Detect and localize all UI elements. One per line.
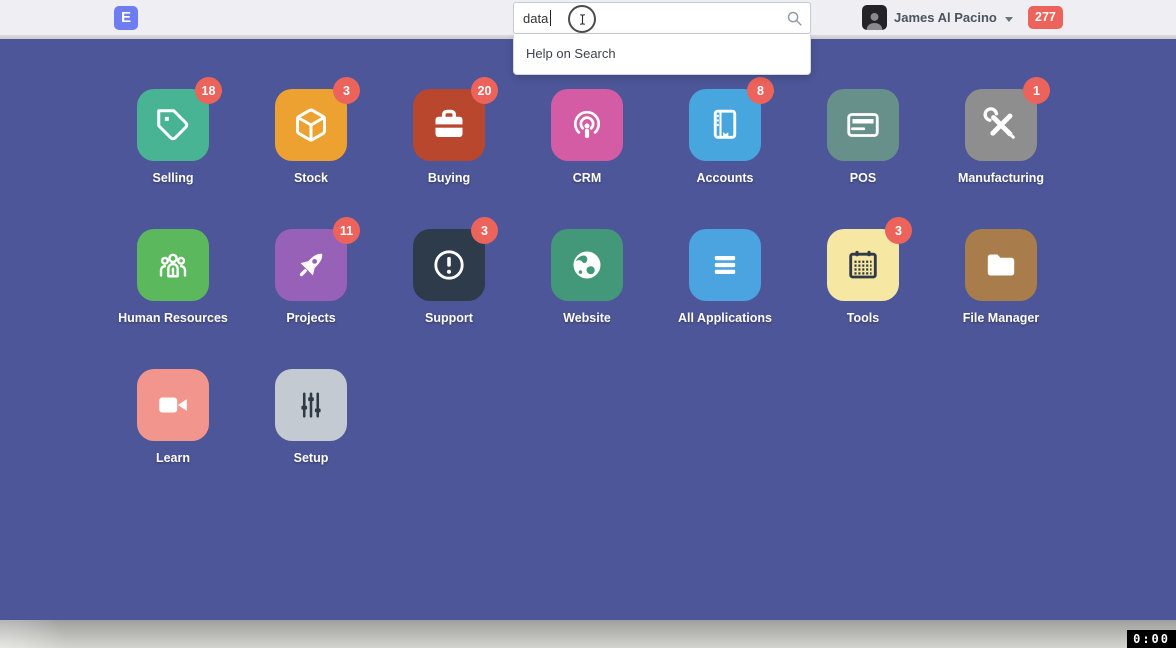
rocket-icon bbox=[293, 247, 329, 283]
module-item[interactable]: Website bbox=[518, 229, 656, 369]
exclamation-circle-icon bbox=[431, 247, 467, 283]
module-tile: 3 bbox=[275, 89, 347, 161]
module-label: POS bbox=[850, 171, 876, 185]
module-tile bbox=[137, 369, 209, 441]
module-tile: 1 bbox=[965, 89, 1037, 161]
folder-icon bbox=[983, 247, 1019, 283]
module-label: Accounts bbox=[697, 171, 754, 185]
module-badge: 11 bbox=[333, 217, 360, 244]
tools-crossed-icon bbox=[983, 107, 1019, 143]
module-badge: 3 bbox=[885, 217, 912, 244]
module-badge: 3 bbox=[471, 217, 498, 244]
user-menu[interactable]: James Al Pacino bbox=[894, 0, 997, 36]
sliders-icon bbox=[293, 387, 329, 423]
module-label: Stock bbox=[294, 171, 328, 185]
module-tile bbox=[551, 89, 623, 161]
module-item[interactable]: 3 Stock bbox=[242, 89, 380, 229]
module-tile bbox=[827, 89, 899, 161]
credit-card-icon bbox=[845, 107, 881, 143]
module-item[interactable]: 18 Selling bbox=[104, 89, 242, 229]
module-item[interactable]: Learn bbox=[104, 369, 242, 509]
search-icon bbox=[786, 10, 803, 27]
module-tile: 18 bbox=[137, 89, 209, 161]
module-grid: 18 Selling 3 Stock 20 Buying CRM 8 Accou… bbox=[104, 39, 1176, 509]
module-tile bbox=[551, 229, 623, 301]
text-caret bbox=[550, 10, 551, 26]
module-item[interactable]: File Manager bbox=[932, 229, 1070, 369]
module-label: Support bbox=[425, 311, 473, 325]
module-tile: 20 bbox=[413, 89, 485, 161]
module-label: Website bbox=[563, 311, 611, 325]
module-badge: 3 bbox=[333, 77, 360, 104]
module-label: File Manager bbox=[963, 311, 1039, 325]
people-group-icon bbox=[155, 247, 191, 283]
help-on-search-item[interactable]: Help on Search bbox=[514, 34, 810, 74]
module-item[interactable]: 3 Tools bbox=[794, 229, 932, 369]
module-badge: 1 bbox=[1023, 77, 1050, 104]
module-label: CRM bbox=[573, 171, 601, 185]
module-item[interactable]: 1 Manufacturing bbox=[932, 89, 1070, 229]
module-tile bbox=[275, 369, 347, 441]
module-item[interactable]: Human Resources bbox=[104, 229, 242, 369]
module-badge: 20 bbox=[471, 77, 498, 104]
module-label: All Applications bbox=[678, 311, 772, 325]
module-item[interactable]: 8 Accounts bbox=[656, 89, 794, 229]
module-label: Tools bbox=[847, 311, 879, 325]
module-badge: 8 bbox=[747, 77, 774, 104]
module-item[interactable]: Setup bbox=[242, 369, 380, 509]
module-tile: 3 bbox=[413, 229, 485, 301]
module-tile: 3 bbox=[827, 229, 899, 301]
search-input[interactable] bbox=[513, 2, 811, 34]
recording-timer: 0:00 bbox=[1127, 630, 1176, 648]
module-label: Projects bbox=[286, 311, 335, 325]
module-item[interactable]: 20 Buying bbox=[380, 89, 518, 229]
module-item[interactable]: 11 Projects bbox=[242, 229, 380, 369]
module-tile bbox=[689, 229, 761, 301]
user-avatar[interactable] bbox=[862, 5, 887, 30]
module-item[interactable]: 3 Support bbox=[380, 229, 518, 369]
module-tile bbox=[965, 229, 1037, 301]
desktop-strip bbox=[0, 620, 1176, 648]
broadcast-person-icon bbox=[569, 107, 605, 143]
navbar-search bbox=[513, 2, 811, 34]
chevron-down-icon bbox=[1005, 17, 1013, 22]
menu-bars-icon bbox=[707, 247, 743, 283]
notifications-badge[interactable]: 277 bbox=[1028, 6, 1063, 29]
module-label: Setup bbox=[294, 451, 329, 465]
module-tile bbox=[137, 229, 209, 301]
desktop-background: 18 Selling 3 Stock 20 Buying CRM 8 Accou… bbox=[0, 39, 1176, 620]
module-item[interactable]: CRM bbox=[518, 89, 656, 229]
top-navbar: E James Al Pacino 277 bbox=[0, 0, 1176, 37]
module-tile: 11 bbox=[275, 229, 347, 301]
video-camera-icon bbox=[155, 387, 191, 423]
ibeam-cursor-icon bbox=[568, 5, 596, 33]
app-logo[interactable]: E bbox=[114, 6, 138, 30]
module-label: Buying bbox=[428, 171, 470, 185]
briefcase-icon bbox=[431, 107, 467, 143]
tag-icon bbox=[155, 107, 191, 143]
module-tile: 8 bbox=[689, 89, 761, 161]
ledger-book-icon bbox=[707, 107, 743, 143]
module-item[interactable]: POS bbox=[794, 89, 932, 229]
module-item[interactable]: All Applications bbox=[656, 229, 794, 369]
module-label: Selling bbox=[153, 171, 194, 185]
module-label: Learn bbox=[156, 451, 190, 465]
module-label: Manufacturing bbox=[958, 171, 1044, 185]
module-label: Human Resources bbox=[118, 311, 228, 325]
search-dropdown: Help on Search bbox=[513, 34, 811, 75]
globe-icon bbox=[569, 247, 605, 283]
calendar-icon bbox=[845, 247, 881, 283]
module-badge: 18 bbox=[195, 77, 222, 104]
box-icon bbox=[293, 107, 329, 143]
